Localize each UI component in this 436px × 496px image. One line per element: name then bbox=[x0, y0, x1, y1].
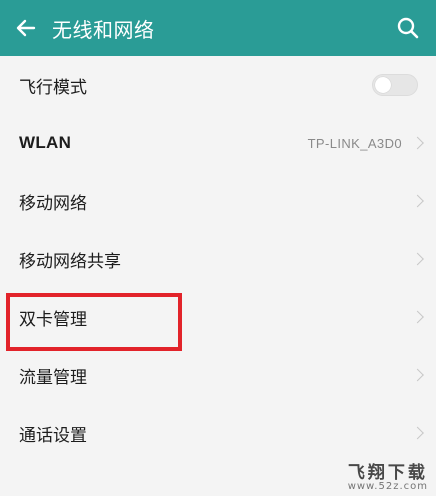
row-label: 移动网络共享 bbox=[19, 251, 121, 272]
row-mobile-network[interactable]: 移动网络 bbox=[0, 172, 436, 230]
airplane-mode-toggle[interactable] bbox=[372, 74, 418, 96]
wlan-network-name: TP-LINK_A3D0 bbox=[307, 135, 402, 151]
page-title: 无线和网络 bbox=[52, 17, 155, 42]
watermark-logo: 飞翔下载 www.52z.com bbox=[348, 458, 428, 492]
app-bar: 无线和网络 bbox=[0, 0, 436, 56]
toggle-knob bbox=[375, 77, 391, 93]
row-label: 流量管理 bbox=[19, 367, 87, 388]
row-tethering[interactable]: 移动网络共享 bbox=[0, 230, 436, 288]
row-label: 通话设置 bbox=[19, 425, 87, 446]
row-label: 飞行模式 bbox=[19, 77, 87, 98]
row-label: WLAN bbox=[19, 133, 72, 152]
chevron-right-icon bbox=[411, 194, 424, 208]
arrow-left-icon bbox=[16, 19, 36, 37]
row-label: 移动网络 bbox=[19, 193, 87, 214]
back-button[interactable] bbox=[0, 0, 52, 56]
row-airplane-mode[interactable]: 飞行模式 bbox=[0, 56, 436, 114]
row-data-usage[interactable]: 流量管理 bbox=[0, 346, 436, 404]
chevron-right-icon bbox=[411, 136, 424, 150]
chevron-right-icon bbox=[411, 252, 424, 266]
row-call-settings[interactable]: 通话设置 bbox=[0, 404, 436, 462]
search-button[interactable] bbox=[390, 10, 426, 46]
chevron-right-icon bbox=[411, 426, 424, 440]
row-wlan[interactable]: WLAN TP-LINK_A3D0 bbox=[0, 114, 436, 172]
row-label: 双卡管理 bbox=[19, 309, 87, 330]
row-dual-sim[interactable]: 双卡管理 bbox=[0, 288, 436, 346]
chevron-right-icon bbox=[411, 310, 424, 324]
search-icon bbox=[397, 17, 419, 39]
watermark-url: www.52z.com bbox=[347, 481, 428, 492]
chevron-right-icon bbox=[411, 368, 424, 382]
settings-list: 飞行模式 WLAN TP-LINK_A3D0 移动网络 移动网络共享 双卡管理 … bbox=[0, 56, 436, 462]
